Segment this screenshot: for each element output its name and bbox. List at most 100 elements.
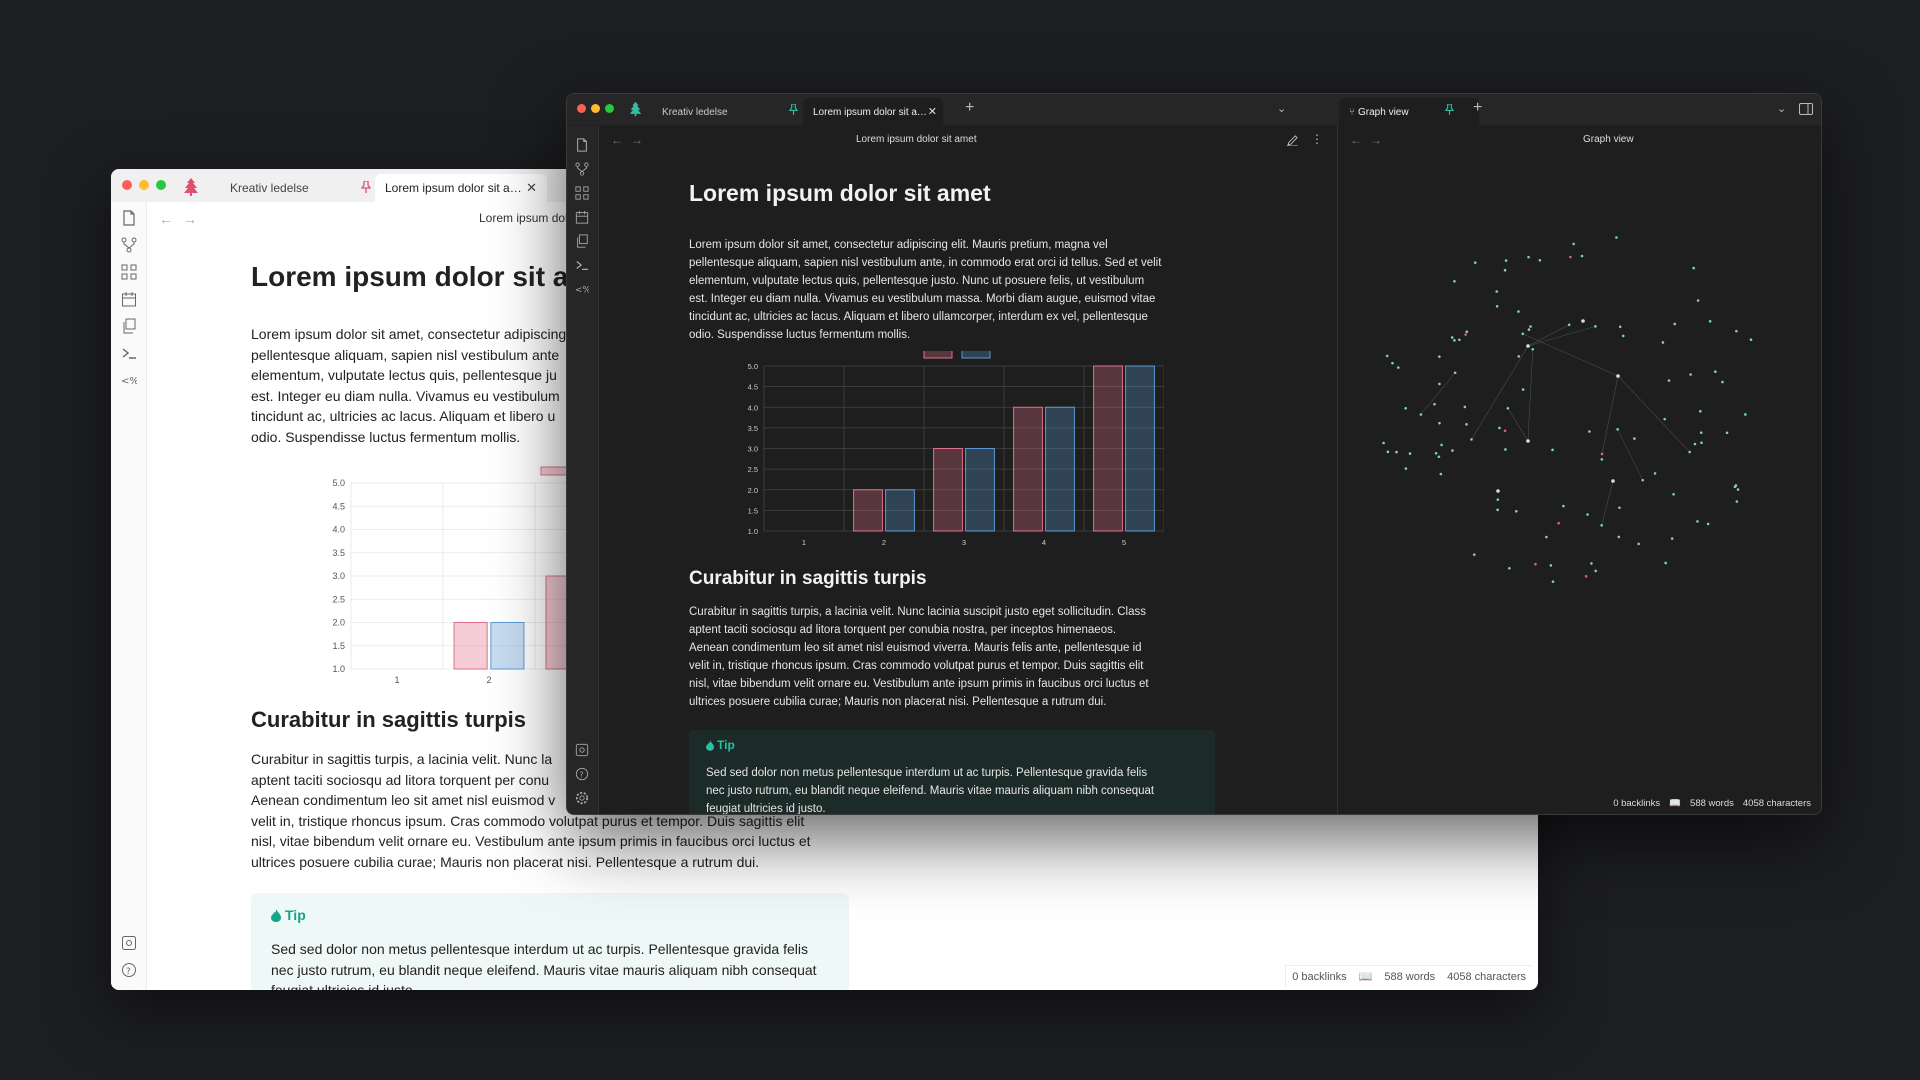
graph-node: [1463, 405, 1467, 409]
graph-node: [1692, 266, 1695, 270]
graph-node: [1438, 421, 1441, 425]
settings-icon[interactable]: [121, 989, 137, 990]
branch-icon[interactable]: [575, 162, 589, 176]
back-arrow-icon[interactable]: ←: [1350, 133, 1362, 147]
tab-vault[interactable]: Kreativ ledelse: [652, 98, 792, 126]
graph-node: [1600, 458, 1604, 461]
graph-node: [1496, 508, 1499, 512]
close-window-button[interactable]: [122, 180, 132, 190]
graph-node: [1672, 492, 1675, 496]
open-file-icon[interactable]: [575, 138, 589, 152]
text-line: nisl, vitae bibendum velit ornare eu. Ve…: [251, 833, 811, 849]
graph-node: [1641, 478, 1645, 482]
graph-node: [1538, 258, 1542, 262]
bar: [1013, 406, 1043, 532]
copy-icon[interactable]: [575, 234, 589, 248]
grid-icon[interactable]: [575, 186, 589, 200]
back-arrow-icon[interactable]: ←: [159, 211, 173, 227]
tab-note[interactable]: Lorem ipsum dolor sit a… ✕: [803, 98, 943, 126]
graph-edge: [1601, 375, 1619, 455]
graph-node: [1549, 564, 1553, 567]
graph-node: [1590, 562, 1593, 565]
pin-icon[interactable]: [789, 104, 798, 115]
terminal-icon[interactable]: [121, 345, 137, 361]
help-icon[interactable]: ?: [121, 962, 137, 978]
graph-node: [1696, 299, 1700, 302]
edit-icon[interactable]: [1287, 135, 1298, 146]
y-tick-label: 1.5: [748, 506, 758, 515]
open-file-icon[interactable]: [121, 210, 137, 226]
svg-text:<%: <%: [121, 376, 137, 387]
calendar-icon[interactable]: [575, 210, 589, 224]
forward-arrow-icon[interactable]: →: [1370, 133, 1382, 147]
minimize-window-button[interactable]: [139, 180, 149, 190]
graph-node: [1557, 521, 1560, 525]
graph-node: [1600, 524, 1603, 527]
vault-icon[interactable]: [575, 743, 589, 757]
text-line: Curabitur in sagittis turpis, a lacinia …: [689, 606, 1147, 618]
pin-icon[interactable]: [1445, 104, 1454, 115]
graph-node: [1734, 484, 1738, 487]
grid-icon[interactable]: [121, 264, 137, 280]
close-window-button[interactable]: [577, 104, 586, 113]
settings-icon[interactable]: [575, 791, 589, 805]
graph-canvas[interactable]: [1378, 226, 1778, 586]
new-tab-icon[interactable]: +: [1473, 99, 1482, 117]
forward-arrow-icon[interactable]: →: [183, 211, 197, 227]
backlinks-count[interactable]: 0 backlinks: [1613, 798, 1660, 809]
graph-edge: [1601, 480, 1614, 526]
maximize-window-button[interactable]: [605, 104, 614, 113]
sidebar-toggle-icon[interactable]: [1799, 103, 1813, 115]
vault-icon[interactable]: [121, 935, 137, 951]
y-tick-label: 2.0: [748, 486, 758, 495]
maximize-window-button[interactable]: [156, 180, 166, 190]
close-tab-icon[interactable]: ✕: [526, 180, 537, 196]
graph-node: [1580, 254, 1584, 258]
graph-view-title: Graph view: [1583, 134, 1634, 145]
text-line: feugiat ultricies id justo.: [271, 982, 417, 990]
tab-graph[interactable]: ⑂ Graph view: [1339, 98, 1479, 126]
back-arrow-icon[interactable]: ←: [611, 133, 623, 147]
graph-node: [1618, 506, 1621, 510]
graph-node: [1439, 472, 1443, 476]
graph-node: [1736, 488, 1740, 491]
code-icon[interactable]: <%: [575, 282, 589, 296]
backlinks-count[interactable]: 0 backlinks: [1292, 971, 1346, 983]
more-options-icon[interactable]: ⋮: [1311, 132, 1323, 146]
reading-icon[interactable]: 📖: [1669, 798, 1681, 809]
copy-icon[interactable]: [121, 318, 137, 334]
graph-node: [1529, 325, 1532, 328]
close-tab-icon[interactable]: ✕: [928, 105, 937, 118]
code-icon[interactable]: <%: [121, 372, 137, 388]
chevron-down-icon[interactable]: ⌄: [1277, 102, 1286, 115]
forward-arrow-icon[interactable]: →: [631, 133, 643, 147]
graph-node: [1498, 426, 1501, 430]
calendar-icon[interactable]: [121, 291, 137, 307]
graph-edge: [1617, 429, 1643, 481]
graph-node: [1663, 417, 1666, 421]
terminal-icon[interactable]: [575, 258, 589, 272]
graph-node: [1661, 341, 1665, 344]
branch-icon[interactable]: [121, 237, 137, 253]
y-tick-label: 1.0: [748, 527, 758, 536]
note-heading: Lorem ipsum dolor sit amet: [689, 180, 991, 206]
graph-node: [1496, 489, 1500, 493]
reading-icon[interactable]: 📖: [1359, 970, 1373, 983]
graph-edge: [1527, 349, 1534, 442]
tab-note[interactable]: Lorem ipsum dolor sit a… ✕: [375, 174, 547, 202]
left-ribbon: <% ?: [111, 202, 147, 990]
svg-text:<%: <%: [575, 286, 589, 296]
graph-node: [1521, 388, 1525, 391]
text-line: nec justo rutrum, eu blandit neque eleif…: [271, 961, 817, 978]
subheading: Curabitur in sagittis turpis: [689, 568, 927, 589]
chevron-down-icon[interactable]: ⌄: [1777, 102, 1786, 115]
pin-icon[interactable]: [361, 181, 371, 193]
x-tick-label: 3: [962, 538, 966, 547]
new-tab-icon[interactable]: +: [965, 99, 974, 117]
graph-node: [1526, 344, 1530, 348]
x-tick-label: 1: [802, 538, 806, 547]
left-ribbon: <% ?: [567, 126, 599, 814]
x-tick-label: 2: [882, 538, 886, 547]
minimize-window-button[interactable]: [591, 104, 600, 113]
help-icon[interactable]: ?: [575, 767, 589, 781]
